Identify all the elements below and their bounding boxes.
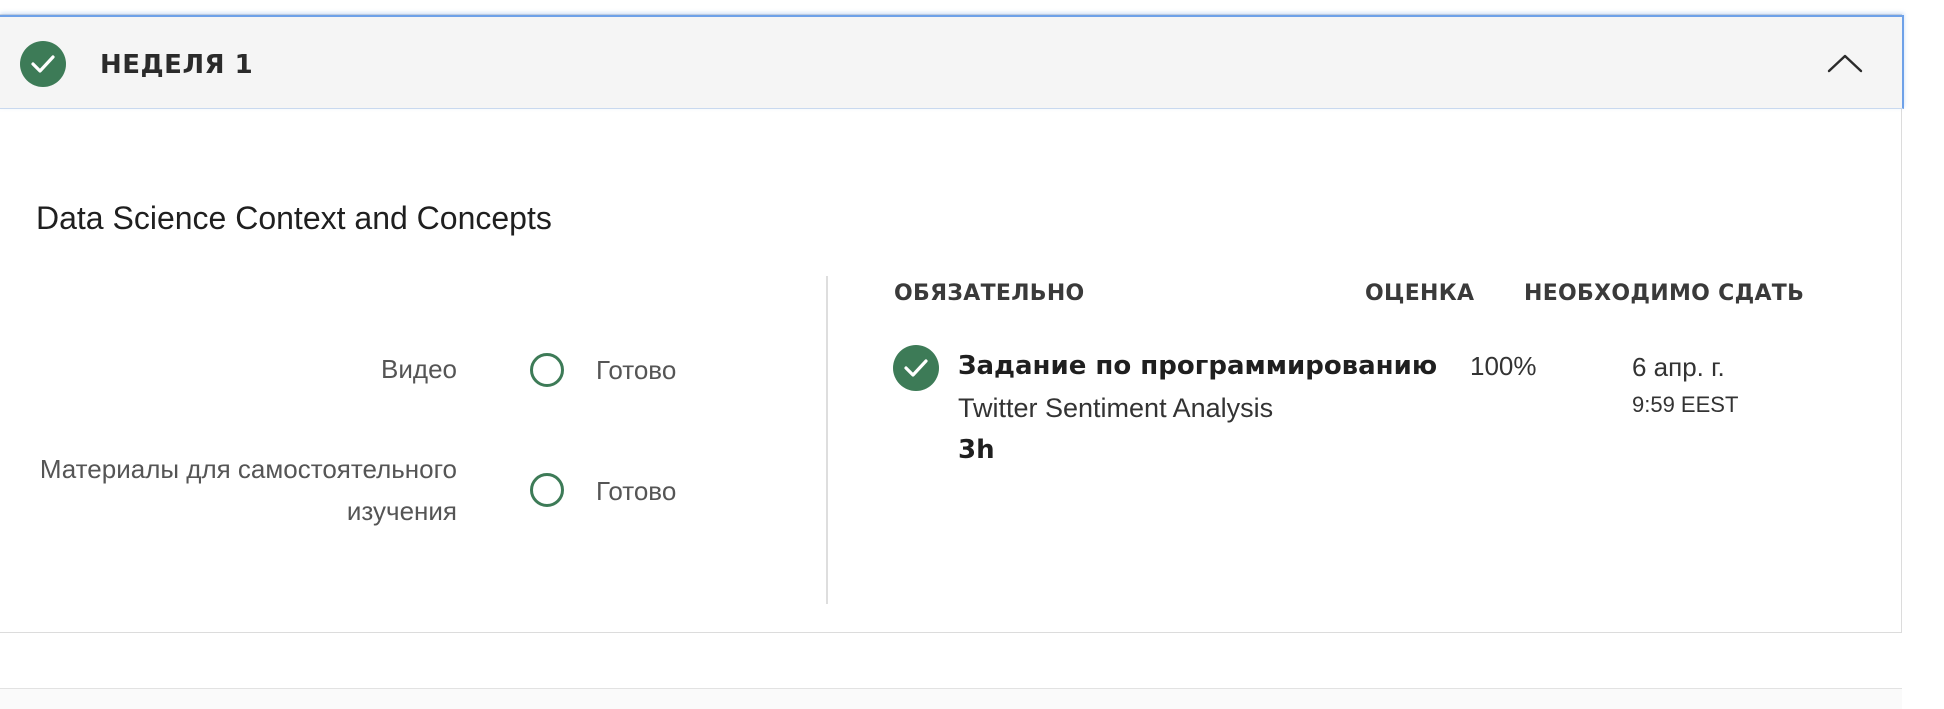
assignment-due-date: 6 апр. г.: [1632, 352, 1725, 382]
next-week-card: [0, 688, 1902, 709]
assignment-complete-check-icon: [893, 345, 939, 391]
column-header-required: ОБЯЗАТЕЛЬНО: [894, 281, 1085, 306]
progress-label-video: Видео: [381, 354, 457, 384]
circle-outline-icon: [530, 473, 564, 507]
week-card: НЕДЕЛЯ 1 Data Science Context and Concep…: [0, 14, 1904, 633]
week-title: НЕДЕЛЯ 1: [100, 50, 254, 80]
progress-label-readings: Материалы для самостоятельного изучения: [39, 454, 457, 526]
assignment-grade: 100%: [1470, 351, 1537, 381]
column-header-grade: ОЦЕНКА: [1365, 281, 1475, 306]
circle-outline-icon: [530, 353, 564, 387]
week-complete-check-icon: [20, 41, 66, 87]
chevron-up-icon[interactable]: [1826, 51, 1864, 75]
column-header-due: НЕОБХОДИМО СДАТЬ: [1524, 281, 1805, 306]
assignment-due-time: 9:59 EEST: [1632, 392, 1739, 417]
assignment-name[interactable]: Twitter Sentiment Analysis: [958, 393, 1273, 424]
column-divider: [826, 276, 828, 604]
assignment-type-link[interactable]: Задание по программированию: [958, 351, 1437, 381]
assignment-duration: 3h: [958, 435, 995, 465]
progress-status-readings: Готово: [596, 476, 677, 506]
progress-status-video: Готово: [596, 355, 677, 385]
week-header[interactable]: НЕДЕЛЯ 1: [0, 15, 1904, 109]
module-title: Data Science Context and Concepts: [36, 200, 552, 236]
